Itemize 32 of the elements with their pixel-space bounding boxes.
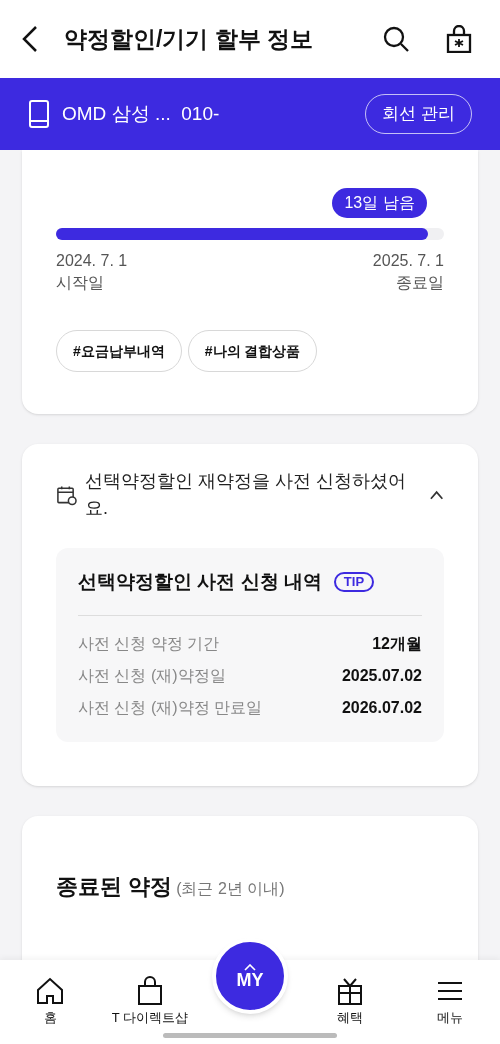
search-icon[interactable] (382, 25, 410, 53)
caret-up-icon (244, 963, 256, 971)
end-date: 2025. 7. 1 (372, 251, 444, 271)
detail-label: 사전 신청 약정 기간 (78, 633, 220, 654)
tip-badge[interactable]: TIP (333, 572, 375, 593)
start-label: 시작일 (56, 273, 105, 293)
remaining-days-badge: 13일 남음 (332, 188, 427, 218)
calendar-icon (56, 484, 77, 506)
page-title: 약정할인/기기 할부 정보 (64, 24, 314, 54)
back-icon[interactable] (20, 25, 40, 53)
ended-note: (최근 2년 이내) (176, 878, 285, 899)
detail-value: 12개월 (372, 633, 422, 654)
renewal-notice: 선택약정할인 재약정을 사전 신청하셨어요. (84, 470, 407, 520)
nav-item[interactable]: 메뉴 (400, 976, 500, 1028)
chevron-up-icon[interactable] (428, 490, 444, 500)
end-label: 종료일 (396, 273, 444, 293)
nav-item[interactable]: 홈 (0, 976, 100, 1028)
detail-label: 사전 신청 (재)약정일 (78, 665, 226, 686)
start-date: 2024. 7. 1 (56, 251, 128, 271)
phone-icon (28, 99, 50, 129)
ended-title: 종료된 약정 (56, 872, 173, 901)
nav-item[interactable]: T 다이렉트샵 (100, 976, 200, 1028)
detail-value: 2025.07.02 (341, 665, 422, 686)
device-name: OMD 삼성 ... 010- (62, 101, 220, 126)
detail-title: 선택약정할인 사전 신청 내역 (78, 570, 322, 594)
nav-item[interactable]: 혜택 (300, 976, 400, 1028)
shopping-bag-icon (135, 976, 165, 1007)
lock-icon[interactable] (446, 25, 472, 53)
detail-label: 사전 신청 (재)약정 만료일 (78, 697, 262, 718)
detail-value: 2026.07.02 (341, 697, 422, 718)
gift-icon (335, 976, 365, 1007)
home-icon (35, 976, 65, 1007)
